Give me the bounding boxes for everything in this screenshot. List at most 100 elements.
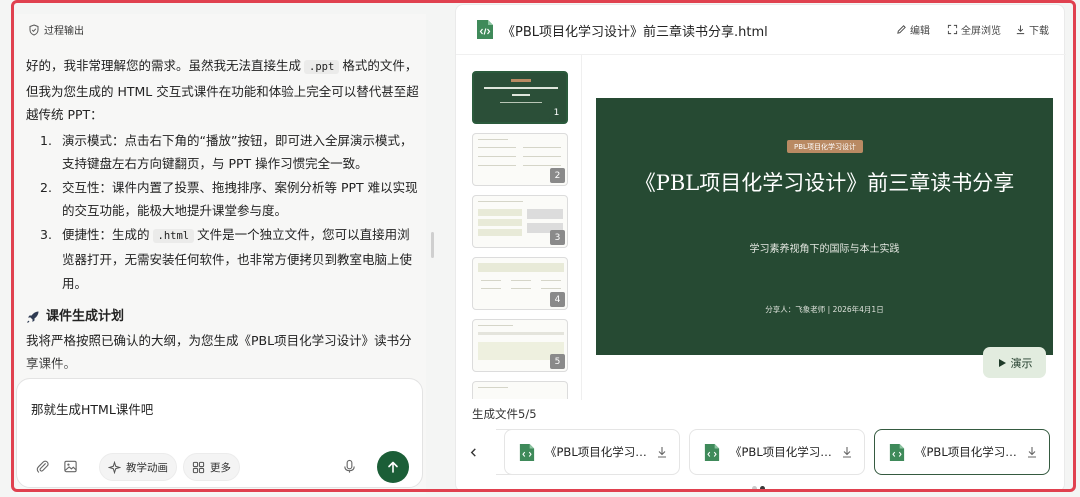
slide-thumbnail[interactable]: 1 (472, 71, 568, 124)
thumb-badge (511, 79, 531, 82)
carousel-prev-button[interactable] (464, 437, 482, 467)
thumb-line (484, 87, 558, 89)
thumb-line (541, 280, 561, 281)
preview-file-title: 《PBL项目化学习设计》前三章读书分享.html (502, 25, 768, 40)
file-name: 《PBL项目化学习设计》 (915, 445, 1027, 459)
slide-thumbnail-list[interactable]: 1 2 3 4 5 (470, 69, 570, 399)
feature-list: 1. 演示模式：点击右下角的“播放”按钮，即可进入全屏演示模式，支持键盘左右方向键… (40, 129, 421, 296)
html-file-icon (477, 20, 493, 39)
download-icon[interactable] (655, 445, 669, 459)
carousel-dots (752, 486, 765, 491)
file-name: 《PBL项目化学习设计》 (730, 445, 842, 459)
chevron-left-icon (470, 447, 476, 457)
thumb-line (478, 325, 513, 326)
file-card-selected[interactable]: 《PBL项目化学习设计》 (874, 429, 1050, 475)
process-output-tag[interactable]: 过程输出 (28, 22, 84, 37)
generated-files-label: 生成文件5/5 (472, 407, 537, 421)
preview-header: 《PBL项目化学习设计》前三章读书分享.html 编辑 全屏浏览 下载 (456, 5, 1066, 55)
chat-input-box[interactable]: 那就生成HTML课件吧 教学动画 更多 (16, 378, 423, 488)
grid-icon (192, 461, 205, 473)
thumb-line (511, 280, 531, 281)
teaching-animation-button[interactable]: 教学动画 (99, 453, 177, 481)
slide-subtitle: 学习素养视角下的国际与本土实践 (749, 244, 900, 255)
html-file-icon (889, 443, 905, 461)
fullscreen-label: 全屏浏览 (961, 26, 1001, 37)
present-label: 演示 (1010, 356, 1033, 370)
thumb-number: 5 (550, 354, 565, 369)
thumb-line (511, 288, 531, 289)
list-number: 2. (40, 179, 52, 195)
slide-thumbnail[interactable]: 4 (472, 257, 568, 310)
fullscreen-button[interactable]: 全屏浏览 (947, 22, 1001, 37)
image-icon[interactable] (63, 459, 78, 474)
thumb-divider (581, 55, 582, 400)
thumb-line (478, 332, 564, 335)
thumb-line (478, 156, 516, 157)
slide-author: 分享人：飞象老师 | 2026年4月1日 (765, 305, 884, 314)
present-button[interactable]: 演示 (983, 347, 1046, 378)
edit-label: 编辑 (910, 26, 930, 37)
thumb-line (541, 288, 561, 289)
list-item: 1. 演示模式：点击右下角的“播放”按钮，即可进入全屏演示模式，支持键盘左右方向键… (40, 129, 421, 176)
attach-icon[interactable] (35, 459, 50, 474)
thumb-block (527, 209, 563, 219)
thumb-block (478, 263, 564, 272)
thumb-block (478, 219, 522, 226)
slide-thumbnail[interactable]: 2 (472, 133, 568, 186)
html-file-icon (519, 443, 535, 461)
chat-input[interactable]: 那就生成HTML课件吧 (31, 399, 153, 418)
download-label: 下载 (1029, 26, 1049, 37)
thumb-line (523, 147, 561, 148)
thumb-block (478, 209, 522, 216)
download-button[interactable]: 下载 (1015, 22, 1049, 37)
panel-resize-handle[interactable] (431, 232, 434, 258)
plan-title: 课件生成计划 (46, 309, 125, 324)
thumb-line (478, 387, 508, 388)
play-icon (998, 358, 1006, 367)
file-card[interactable]: 《PBL项目化学习设计》 (504, 429, 680, 475)
preview-panel: 《PBL项目化学习设计》前三章读书分享.html 编辑 全屏浏览 下载 1 2 … (455, 4, 1066, 492)
list-number: 3. (40, 226, 52, 242)
list-text: 演示模式：点击右下角的“播放”按钮，即可进入全屏演示模式，支持键盘左右方向键翻页… (62, 132, 413, 172)
thumb-line (481, 280, 501, 281)
send-button[interactable] (377, 451, 409, 483)
slide-thumbnail[interactable]: 3 (472, 195, 568, 248)
download-icon[interactable] (1025, 445, 1039, 459)
arrow-up-icon (388, 461, 398, 473)
list-number: 1. (40, 132, 52, 148)
thumb-line (481, 288, 501, 289)
thumb-line (478, 147, 516, 148)
thumb-line (523, 156, 561, 157)
slide-badge: PBL项目化学习设计 (787, 140, 863, 153)
edit-button[interactable]: 编辑 (896, 22, 930, 37)
more-label: 更多 (210, 461, 231, 474)
fullscreen-icon (947, 24, 958, 35)
inline-code: .ppt (304, 60, 340, 74)
download-icon (1016, 25, 1025, 35)
intro-paragraph: 好的，我非常理解您的需求。虽然我无法直接生成 .ppt 格式的文件，但我为您生成的 … (26, 54, 421, 127)
thumb-line (478, 201, 523, 202)
thumb-line (512, 94, 530, 96)
pencil-icon (897, 25, 906, 34)
slide-thumbnail[interactable]: 5 (472, 319, 568, 372)
thumb-number: 2 (550, 168, 565, 183)
mic-icon[interactable] (342, 459, 357, 474)
slide-title: 《PBL项目化学习设计》前三章读书分享 (634, 171, 1015, 195)
slide-preview[interactable]: PBL项目化学习设计 《PBL项目化学习设计》前三章读书分享 学习素养视角下的国… (596, 98, 1053, 355)
thumb-line (478, 165, 516, 166)
intro-text-1: 好的，我非常理解您的需求。虽然我无法直接生成 (26, 58, 302, 73)
plan-heading: 课件生成计划 (26, 305, 421, 329)
list-item: 3. 便捷性：生成的 .html 文件是一个独立文件，您可以直接用浏览器打开，无需安装… (40, 223, 421, 296)
slide-thumbnail[interactable] (472, 381, 568, 399)
thumb-number: 3 (550, 230, 565, 245)
thumb-number: 1 (549, 105, 564, 120)
thumb-line (478, 139, 508, 140)
carousel-dot[interactable] (752, 486, 757, 491)
download-icon[interactable] (840, 445, 854, 459)
carousel-dot-active[interactable] (760, 486, 765, 491)
shield-check-icon (29, 23, 39, 36)
thumb-number: 4 (550, 292, 565, 307)
more-button[interactable]: 更多 (183, 453, 240, 481)
file-card[interactable]: 《PBL项目化学习设计》 (689, 429, 865, 475)
list-item: 2. 交互性：课件内置了投票、拖拽排序、案例分析等 PPT 难以实现的交互功能，能… (40, 176, 421, 223)
